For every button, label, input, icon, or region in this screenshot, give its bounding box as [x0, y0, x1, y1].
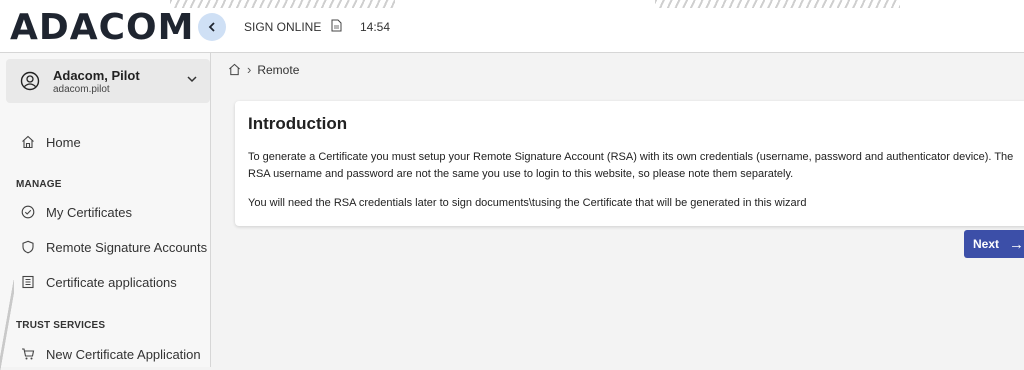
intro-paragraph: To generate a Certificate you must setup… — [248, 151, 1014, 180]
shield-icon — [20, 239, 36, 255]
sidebar-item-remote-signature-accounts[interactable]: Remote Signature Accounts — [0, 234, 210, 260]
home-icon[interactable] — [228, 63, 241, 76]
sidebar-item-certificate-applications[interactable]: Certificate applications — [0, 269, 210, 295]
decorative-stripes — [655, 0, 900, 8]
collapse-sidebar-button[interactable] — [198, 13, 226, 41]
next-button[interactable]: Next → — [964, 230, 1024, 258]
chevron-left-icon — [208, 22, 215, 32]
decorative-line — [0, 280, 14, 370]
clock-time: 14:54 — [360, 20, 391, 34]
next-button-label: Next — [973, 237, 1000, 251]
arrow-right-icon: → — [1009, 235, 1024, 253]
decorative-stripes — [170, 0, 395, 8]
sidebar-item-label: New Certificate Application — [46, 346, 201, 362]
app-label: SIGN ONLINE — [244, 20, 322, 34]
card-title: Introduction — [248, 114, 348, 133]
cart-icon — [20, 346, 36, 362]
user-icon — [20, 71, 40, 91]
home-icon — [20, 134, 36, 150]
top-bar: ADACOM SIGN ONLINE 14:54 — [0, 0, 1024, 53]
sidebar-item-label: Certificate applications — [46, 274, 177, 290]
user-name: Adacom, Pilot — [53, 68, 140, 83]
document-icon — [331, 19, 342, 37]
sidebar-item-label: My Certificates — [46, 204, 132, 220]
breadcrumb-current: Remote — [257, 62, 300, 77]
section-label-manage: MANAGE — [16, 179, 62, 190]
sidebar-item-my-certificates[interactable]: My Certificates — [0, 199, 210, 225]
sidebar-item-label: Remote Signature Accounts — [46, 239, 208, 255]
intro-note: You will need the RSA credentials later … — [248, 197, 807, 209]
introduction-card: Introduction To generate a Certificate y… — [235, 101, 1024, 226]
chevron-right-icon: › — [247, 62, 252, 77]
sidebar-item-new-certificate-application[interactable]: New Certificate Application — [0, 341, 210, 367]
sidebar: Adacom, Pilot adacom.pilot Home MANAGE M… — [0, 53, 211, 367]
logo: ADACOM — [10, 7, 195, 48]
user-menu[interactable]: Adacom, Pilot adacom.pilot — [6, 59, 210, 103]
breadcrumb: › Remote — [228, 62, 299, 77]
list-document-icon — [20, 274, 36, 290]
sidebar-item-label: Home — [46, 134, 81, 150]
check-circle-icon — [20, 204, 36, 220]
sidebar-item-home[interactable]: Home — [0, 129, 210, 155]
section-label-trust-services: TRUST SERVICES — [16, 320, 106, 331]
user-login: adacom.pilot — [53, 84, 110, 95]
chevron-down-icon — [187, 76, 197, 83]
